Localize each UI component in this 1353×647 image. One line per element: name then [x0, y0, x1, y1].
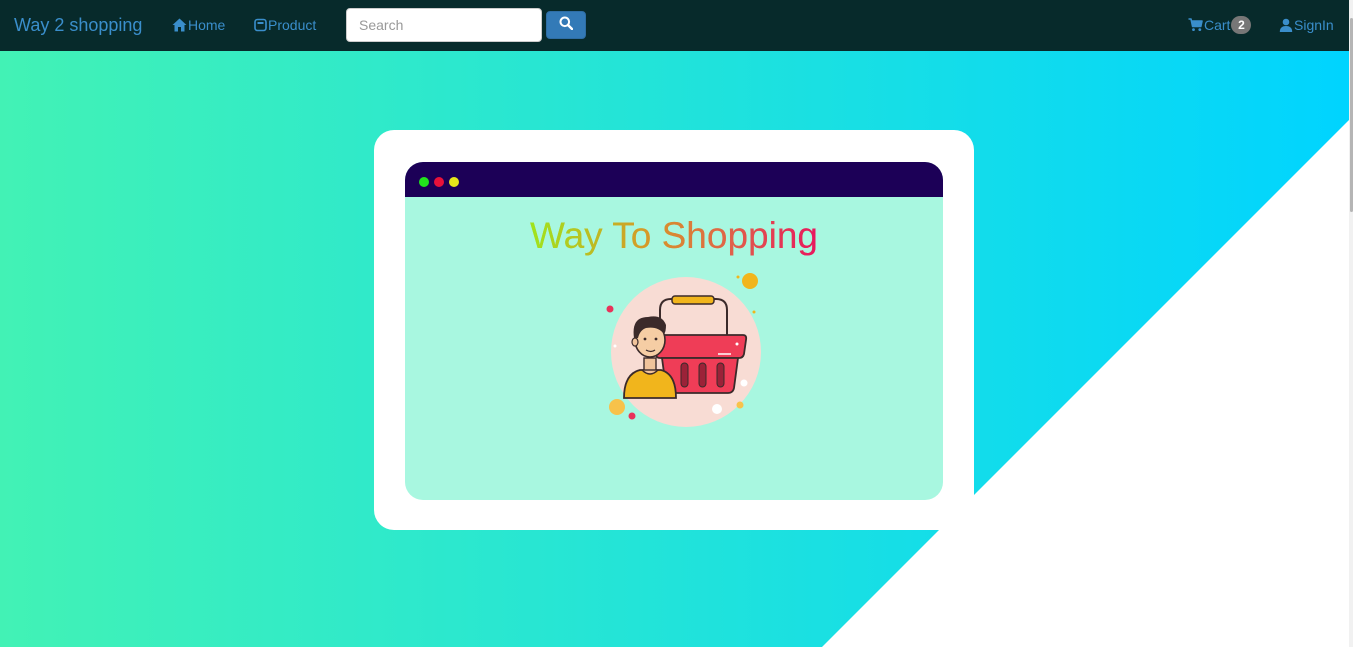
nav-signin-link[interactable]: SignIn	[1279, 15, 1334, 35]
nav-product-label: Product	[268, 17, 317, 33]
browser-window-mockup: Way To Shopping	[405, 162, 943, 500]
nav-cart-link[interactable]: Cart 2	[1188, 15, 1252, 35]
window-title-bar	[405, 162, 943, 197]
nav-home-label: Home	[188, 17, 226, 33]
cart-icon	[1188, 18, 1203, 32]
window-dot-yellow	[449, 177, 459, 187]
hero-section: Way To Shopping	[0, 51, 1349, 647]
hero-card: Way To Shopping	[374, 130, 974, 530]
window-dot-green	[419, 177, 429, 187]
search-input[interactable]	[346, 8, 542, 42]
shopper-with-basket-illustration	[606, 273, 761, 427]
nav-cart-label: Cart	[1204, 17, 1231, 33]
home-icon	[172, 18, 187, 32]
navbar: Way 2 shopping Home Product Cart 2 SignI…	[0, 0, 1353, 51]
page-scrollbar[interactable]	[1349, 0, 1353, 647]
hero-title-text: Way To Shopping	[530, 215, 818, 256]
cart-count-badge: 2	[1231, 16, 1252, 34]
nav-home-link[interactable]: Home	[172, 15, 225, 35]
nav-signin-label: SignIn	[1294, 17, 1334, 33]
product-icon	[254, 18, 267, 32]
hero-title: Way To Shopping	[405, 214, 943, 258]
search-icon	[559, 16, 574, 35]
nav-product-link[interactable]: Product	[254, 15, 316, 35]
search-button[interactable]	[546, 11, 586, 39]
user-icon	[1279, 18, 1293, 32]
brand-link[interactable]: Way 2 shopping	[14, 13, 142, 37]
window-dot-red	[434, 177, 444, 187]
